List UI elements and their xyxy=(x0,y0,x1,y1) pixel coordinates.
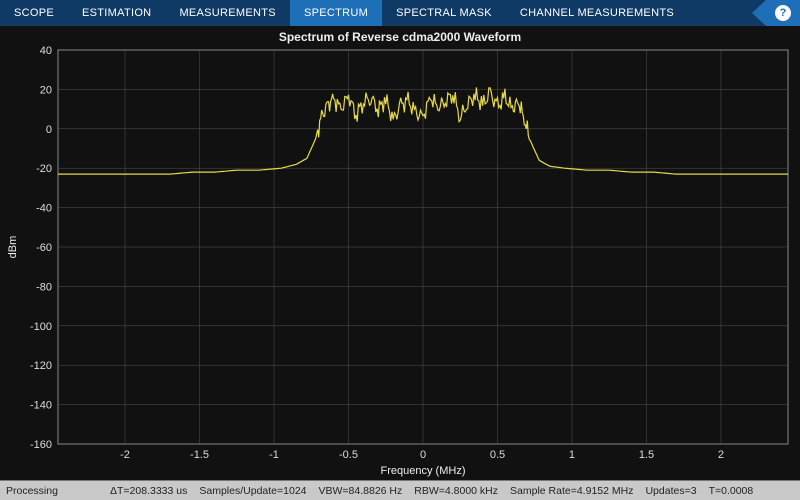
svg-text:0: 0 xyxy=(46,124,52,136)
svg-text:-40: -40 xyxy=(36,203,52,215)
svg-text:-2: -2 xyxy=(120,449,130,461)
status-updates: Updates=3 xyxy=(645,485,696,497)
svg-text:1: 1 xyxy=(569,449,575,461)
tab-measurements[interactable]: MEASUREMENTS xyxy=(165,0,290,26)
status-dt: ΔT=208.3333 us xyxy=(110,485,187,497)
svg-text:-0.5: -0.5 xyxy=(339,449,358,461)
svg-text:-120: -120 xyxy=(30,360,52,372)
status-t: T=0.0008 xyxy=(709,485,754,497)
status-sample-rate: Sample Rate=4.9152 MHz xyxy=(510,485,633,497)
svg-text:2: 2 xyxy=(718,449,724,461)
status-processing: Processing xyxy=(6,485,98,497)
help-button[interactable]: ? xyxy=(766,0,800,26)
chevron-left-icon xyxy=(752,0,766,26)
spectrum-plot[interactable]: Spectrum of Reverse cdma2000 Waveform 40… xyxy=(0,26,800,480)
tab-spectrum[interactable]: SPECTRUM xyxy=(290,0,382,26)
tab-bar: SCOPE ESTIMATION MEASUREMENTS SPECTRUM S… xyxy=(0,0,800,26)
svg-text:dBm: dBm xyxy=(7,236,19,259)
svg-text:-80: -80 xyxy=(36,281,52,293)
status-vbw: VBW=84.8826 Hz xyxy=(319,485,403,497)
svg-text:Frequency (MHz): Frequency (MHz) xyxy=(381,465,466,477)
svg-text:-1: -1 xyxy=(269,449,279,461)
svg-text:-1.5: -1.5 xyxy=(190,449,209,461)
status-bar: Processing ΔT=208.3333 us Samples/Update… xyxy=(0,480,800,500)
svg-text:0.5: 0.5 xyxy=(490,449,505,461)
status-rbw: RBW=4.8000 kHz xyxy=(414,485,498,497)
help-icon: ? xyxy=(775,5,791,21)
svg-text:0: 0 xyxy=(420,449,426,461)
tab-scope[interactable]: SCOPE xyxy=(0,0,68,26)
tab-channel-measurements[interactable]: CHANNEL MEASUREMENTS xyxy=(506,0,688,26)
svg-text:-20: -20 xyxy=(36,163,52,175)
tab-estimation[interactable]: ESTIMATION xyxy=(68,0,165,26)
svg-text:20: 20 xyxy=(40,84,52,96)
svg-text:-140: -140 xyxy=(30,400,52,412)
svg-text:-100: -100 xyxy=(30,321,52,333)
svg-text:1.5: 1.5 xyxy=(639,449,654,461)
svg-text:40: 40 xyxy=(40,45,52,57)
svg-text:-160: -160 xyxy=(30,439,52,451)
status-samples: Samples/Update=1024 xyxy=(199,485,306,497)
plot-canvas: 40200-20-40-60-80-100-120-140-160-2-1.5-… xyxy=(0,26,800,480)
tab-spectral-mask[interactable]: SPECTRAL MASK xyxy=(382,0,506,26)
svg-text:-60: -60 xyxy=(36,242,52,254)
